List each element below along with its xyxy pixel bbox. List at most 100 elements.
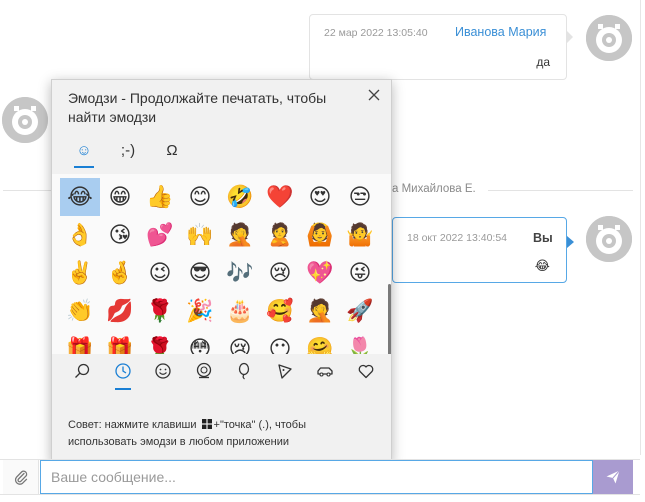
bubble-tail	[567, 31, 573, 43]
emoji-cell[interactable]: 😎	[180, 254, 220, 292]
clock-icon	[115, 363, 131, 379]
emoji-cell[interactable]: 😢	[260, 254, 300, 292]
message-author: Вы	[533, 231, 553, 245]
paperclip-icon	[14, 470, 27, 485]
message-emoji: 😂	[534, 258, 550, 273]
emoji-cell[interactable]: 🎶	[220, 254, 260, 292]
emoji-category-bar	[62, 356, 386, 390]
close-button[interactable]	[367, 88, 381, 102]
close-icon	[368, 89, 380, 101]
emoji-cell[interactable]: 🤣	[220, 178, 260, 216]
emoji-cell[interactable]: 😂	[60, 178, 100, 216]
emoji-cell[interactable]: 🥰	[260, 292, 300, 330]
owl-avatar-icon	[2, 97, 48, 143]
emoji-cell[interactable]: 🤷	[340, 216, 380, 254]
chat-right-border	[640, 0, 641, 455]
emoji-cell[interactable]: 🤦	[220, 216, 260, 254]
separator-line	[488, 190, 633, 191]
emoji-cell[interactable]: 🙎	[260, 216, 300, 254]
emoji-tip: Совет: нажмите клавиши +"точка" (.), что…	[68, 417, 378, 450]
emoji-cell[interactable]: 🎂	[220, 292, 260, 330]
tab-kaomoji[interactable]: ;-)	[106, 136, 150, 164]
balloon-icon	[239, 362, 250, 380]
emoji-grid: 😂 😁 👍 😊 🤣 ❤️ 😍 😒 👌 😘 💕 🙌 🤦 🙎 🙆 🤷 ✌️ 🤞 😉 😎 🎶 😢 💖 😜 👏 💋 🌹 🎉 🎂 🥰 🤦 🚀 🎁 🎁 🌹 😳 😢 😶…	[60, 178, 380, 354]
emoji-cell[interactable]: 🎁	[100, 330, 140, 355]
message-bubble-selected: 18 окт 2022 13:40:54 Вы 😂	[392, 217, 574, 283]
emoji-cell[interactable]: 😶	[260, 330, 300, 355]
tab-symbols[interactable]: Ω	[150, 136, 194, 164]
category-symbols[interactable]	[346, 356, 387, 386]
message-text: да	[536, 55, 550, 69]
message-composer	[0, 459, 640, 495]
tab-emoji[interactable]: ☺	[62, 136, 106, 168]
emoji-scrollbar[interactable]	[388, 284, 391, 354]
category-celebration[interactable]	[224, 356, 265, 386]
smiley-face-icon	[155, 363, 171, 379]
tip-text-before: Совет: нажмите клавиши	[68, 419, 197, 431]
emoji-panel: Эмодзи - Продолжайте печатать, чтобы най…	[51, 79, 392, 463]
category-recent[interactable]	[103, 356, 144, 390]
emoji-cell[interactable]: 😳	[180, 330, 220, 355]
emoji-cell[interactable]: 😍	[300, 178, 340, 216]
message-input[interactable]	[40, 460, 593, 494]
emoji-cell[interactable]: 😢	[220, 330, 260, 355]
category-travel[interactable]	[305, 356, 346, 386]
avatar-other	[2, 97, 48, 143]
emoji-cell[interactable]: 👌	[60, 216, 100, 254]
person-icon	[196, 362, 211, 379]
emoji-cell[interactable]: 😒	[340, 178, 380, 216]
category-food[interactable]	[265, 356, 306, 386]
windows-key-icon	[201, 418, 212, 434]
emoji-cell[interactable]: 🚀	[340, 292, 380, 330]
emoji-cell[interactable]: 💕	[140, 216, 180, 254]
send-icon	[606, 470, 620, 484]
bubble-tail	[567, 236, 574, 248]
emoji-cell[interactable]: 😜	[340, 254, 380, 292]
emoji-cell[interactable]: 😊	[180, 178, 220, 216]
avatar-self-2	[586, 216, 632, 262]
emoji-grid-area: 😂 😁 👍 😊 🤣 ❤️ 😍 😒 👌 😘 💕 🙌 🤦 🙎 🙆 🤷 ✌️ 🤞 😉 😎 🎶 😢 💖 😜 👏 💋 🌹 🎉 🎂 🥰 🤦 🚀 🎁 🎁 🌹 😳 😢 😶…	[52, 174, 391, 354]
emoji-cell[interactable]: 🙆	[300, 216, 340, 254]
message-bubble: 22 мар 2022 13:05:40 Иванова Мария да	[309, 14, 573, 80]
emoji-cell[interactable]: ✌️	[60, 254, 100, 292]
attach-button[interactable]	[3, 460, 39, 494]
message-timestamp: 18 окт 2022 13:40:54	[407, 232, 508, 244]
search-icon	[75, 363, 90, 378]
emoji-cell[interactable]: ❤️	[260, 178, 300, 216]
avatar-self-1	[586, 15, 632, 61]
send-button[interactable]	[593, 460, 633, 494]
emoji-cell[interactable]: 🌹	[140, 292, 180, 330]
emoji-cell[interactable]: 🤗	[300, 330, 340, 355]
emoji-cell[interactable]: 🤞	[100, 254, 140, 292]
category-search[interactable]	[62, 356, 103, 386]
emoji-cell[interactable]: 😁	[100, 178, 140, 216]
emoji-cell[interactable]: 👏	[60, 292, 100, 330]
separator-line	[3, 190, 53, 191]
category-smileys[interactable]	[143, 356, 184, 386]
emoji-cell[interactable]: 🌷	[340, 330, 380, 355]
emoji-panel-title: Эмодзи - Продолжайте печатать, чтобы най…	[68, 90, 327, 125]
emoji-cell[interactable]: 🌹	[140, 330, 180, 355]
symbols-tab-icon: Ω	[166, 141, 178, 159]
emoji-cell[interactable]: 💋	[100, 292, 140, 330]
owl-avatar-icon	[586, 216, 632, 262]
owl-avatar-icon	[586, 15, 632, 61]
car-icon	[317, 367, 333, 377]
emoji-cell[interactable]: 👍	[140, 178, 180, 216]
emoji-cell[interactable]: 🎉	[180, 292, 220, 330]
category-people[interactable]	[184, 356, 225, 386]
emoji-cell[interactable]: 😘	[100, 216, 140, 254]
separator-label: а Михайлова Е.	[392, 183, 476, 195]
emoji-cell[interactable]: 🎁	[60, 330, 100, 355]
emoji-cell[interactable]: 😉	[140, 254, 180, 292]
emoji-cell[interactable]: 💖	[300, 254, 340, 292]
heart-icon	[358, 364, 374, 379]
emoji-cell[interactable]: 🙌	[180, 216, 220, 254]
emoji-panel-tabs: ☺ ;-) Ω	[62, 136, 194, 168]
message-timestamp: 22 мар 2022 13:05:40	[324, 27, 428, 39]
emoji-cell[interactable]: 🤦	[300, 292, 340, 330]
smiley-tab-icon: ☺	[76, 141, 92, 159]
kaomoji-tab-icon: ;-)	[120, 141, 136, 159]
pizza-icon	[278, 364, 292, 379]
message-author[interactable]: Иванова Мария	[455, 25, 546, 39]
